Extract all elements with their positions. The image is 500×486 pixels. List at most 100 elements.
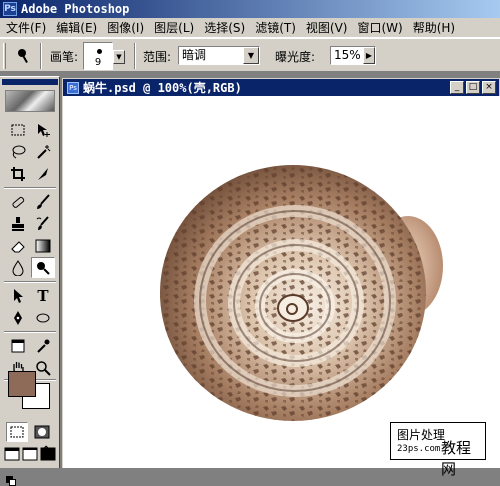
screen-mode-standard[interactable] bbox=[4, 446, 20, 462]
watermark-url: 23ps.com bbox=[397, 444, 441, 454]
document-title: 蜗牛.psd @ 100%(壳,RGB) bbox=[83, 81, 242, 95]
type-tool[interactable]: T bbox=[31, 285, 55, 306]
slice-tool[interactable] bbox=[31, 163, 55, 184]
toolbox-divider bbox=[4, 281, 56, 283]
brush-label: 画笔: bbox=[50, 50, 79, 64]
exposure-label: 曝光度: bbox=[275, 50, 316, 64]
lasso-icon bbox=[12, 145, 26, 158]
eraser-icon bbox=[11, 240, 25, 252]
notes-tool[interactable] bbox=[6, 335, 30, 356]
healing-brush-tool[interactable] bbox=[6, 191, 30, 212]
gradient-icon bbox=[35, 239, 51, 252]
burn-tool-icon bbox=[18, 49, 28, 63]
watermark-line1: 图片处理 bbox=[397, 428, 446, 442]
screen-mode-icon bbox=[40, 447, 56, 461]
tool-preset-picker[interactable] bbox=[10, 43, 36, 69]
magnifier-icon bbox=[36, 360, 51, 376]
photoshop-logo[interactable] bbox=[5, 90, 55, 112]
menu-help[interactable]: 帮助(H) bbox=[410, 19, 462, 36]
standard-mode-button[interactable] bbox=[6, 422, 28, 442]
document-titlebar[interactable]: Ps 蜗牛.psd @ 100%(壳,RGB) _ □ × bbox=[63, 79, 499, 96]
screen-mode-full-menu[interactable] bbox=[22, 446, 38, 462]
blur-tool[interactable] bbox=[6, 257, 30, 278]
screen-mode-full[interactable] bbox=[40, 446, 56, 462]
screen-mode-icon bbox=[22, 447, 38, 461]
brush-picker-dropdown[interactable]: ▼ bbox=[113, 50, 125, 64]
marquee-tool[interactable] bbox=[6, 119, 30, 140]
crop-icon bbox=[11, 166, 25, 181]
quick-mask-icon bbox=[34, 425, 50, 439]
screen-mode-icon bbox=[4, 447, 20, 461]
menu-bar: 文件(F) 编辑(E) 图像(I) 图层(L) 选择(S) 滤镜(T) 视图(V… bbox=[0, 18, 500, 38]
gradient-tool[interactable] bbox=[31, 235, 55, 256]
ellipse-tool[interactable] bbox=[31, 307, 55, 328]
document-icon: Ps bbox=[67, 81, 79, 94]
pen-tool[interactable] bbox=[6, 307, 30, 328]
standard-mode-icon bbox=[10, 426, 24, 438]
history-brush-tool[interactable] bbox=[31, 213, 55, 234]
clone-stamp-tool[interactable] bbox=[6, 213, 30, 234]
slice-icon bbox=[38, 167, 48, 180]
move-tool[interactable] bbox=[31, 119, 55, 140]
magic-wand-icon bbox=[37, 144, 51, 159]
default-colors-icon[interactable] bbox=[6, 476, 16, 486]
app-titlebar: Ps Adobe Photoshop bbox=[0, 0, 500, 18]
toolbox-titlebar[interactable] bbox=[2, 79, 58, 85]
note-icon bbox=[11, 339, 25, 352]
options-bar-grip[interactable] bbox=[3, 43, 6, 69]
menu-view[interactable]: 视图(V) bbox=[303, 19, 355, 36]
options-bar: 画笔: 9 ▼ 范围: 暗调 ▼ 曝光度: 15% ▶ bbox=[0, 38, 500, 72]
water-drop-icon bbox=[12, 259, 24, 276]
snail-shell-image bbox=[160, 165, 443, 421]
minimize-button[interactable]: _ bbox=[450, 81, 464, 94]
chevron-down-icon[interactable]: ▼ bbox=[243, 47, 259, 64]
eyedropper-tool[interactable] bbox=[31, 335, 55, 356]
burn-tool[interactable] bbox=[31, 257, 55, 278]
brush-size: 9 bbox=[94, 57, 102, 68]
options-separator bbox=[134, 43, 136, 69]
history-brush-icon bbox=[36, 215, 49, 230]
move-icon bbox=[38, 123, 50, 137]
exposure-slider-arrow-icon[interactable]: ▶ bbox=[363, 47, 375, 64]
bandage-icon bbox=[12, 196, 25, 208]
brush-preview[interactable]: 9 bbox=[83, 42, 113, 70]
lasso-tool[interactable] bbox=[6, 141, 30, 162]
watermark: 图片处理 23ps.com 教程网 bbox=[390, 422, 486, 478]
menu-select[interactable]: 选择(S) bbox=[201, 19, 252, 36]
photoshop-app-icon: Ps bbox=[3, 2, 17, 16]
eraser-tool[interactable] bbox=[6, 235, 30, 256]
magic-wand-tool[interactable] bbox=[31, 141, 55, 162]
type-t-icon: T bbox=[37, 286, 49, 305]
ellipse-icon bbox=[36, 313, 50, 322]
document-window: Ps 蜗牛.psd @ 100%(壳,RGB) _ □ × bbox=[62, 78, 500, 468]
menu-file[interactable]: 文件(F) bbox=[3, 19, 53, 36]
menu-image[interactable]: 图像(I) bbox=[104, 19, 151, 36]
brush-tool[interactable] bbox=[31, 191, 55, 212]
image-canvas[interactable] bbox=[63, 96, 500, 468]
range-select[interactable]: 暗调 ▼ bbox=[178, 46, 260, 65]
quick-mask-button[interactable] bbox=[31, 422, 53, 442]
burn-hand-icon bbox=[37, 261, 50, 275]
maximize-button[interactable]: □ bbox=[466, 81, 480, 94]
stamp-icon bbox=[12, 216, 24, 231]
marquee-icon bbox=[11, 124, 25, 135]
brush-tip-icon bbox=[97, 49, 102, 54]
toolbox: T ↕ bbox=[0, 76, 60, 486]
crop-tool[interactable] bbox=[6, 163, 30, 184]
menu-edit[interactable]: 编辑(E) bbox=[53, 19, 104, 36]
app-title: Adobe Photoshop bbox=[21, 2, 130, 16]
brush-icon bbox=[37, 193, 50, 209]
foreground-color-swatch[interactable] bbox=[8, 371, 36, 397]
exposure-field[interactable]: 15% ▶ bbox=[330, 46, 376, 65]
menu-window[interactable]: 窗口(W) bbox=[354, 19, 409, 36]
range-label: 范围: bbox=[143, 50, 172, 64]
watermark-big: 教程网 bbox=[441, 439, 472, 478]
eyedropper-icon bbox=[37, 339, 50, 353]
pen-icon bbox=[14, 310, 22, 325]
menu-layer[interactable]: 图层(L) bbox=[151, 19, 201, 36]
toolbox-divider bbox=[4, 187, 56, 189]
exposure-value: 15% bbox=[334, 48, 361, 62]
close-button[interactable]: × bbox=[482, 81, 496, 94]
menu-filter[interactable]: 滤镜(T) bbox=[252, 19, 303, 36]
path-selection-tool[interactable] bbox=[6, 285, 30, 306]
